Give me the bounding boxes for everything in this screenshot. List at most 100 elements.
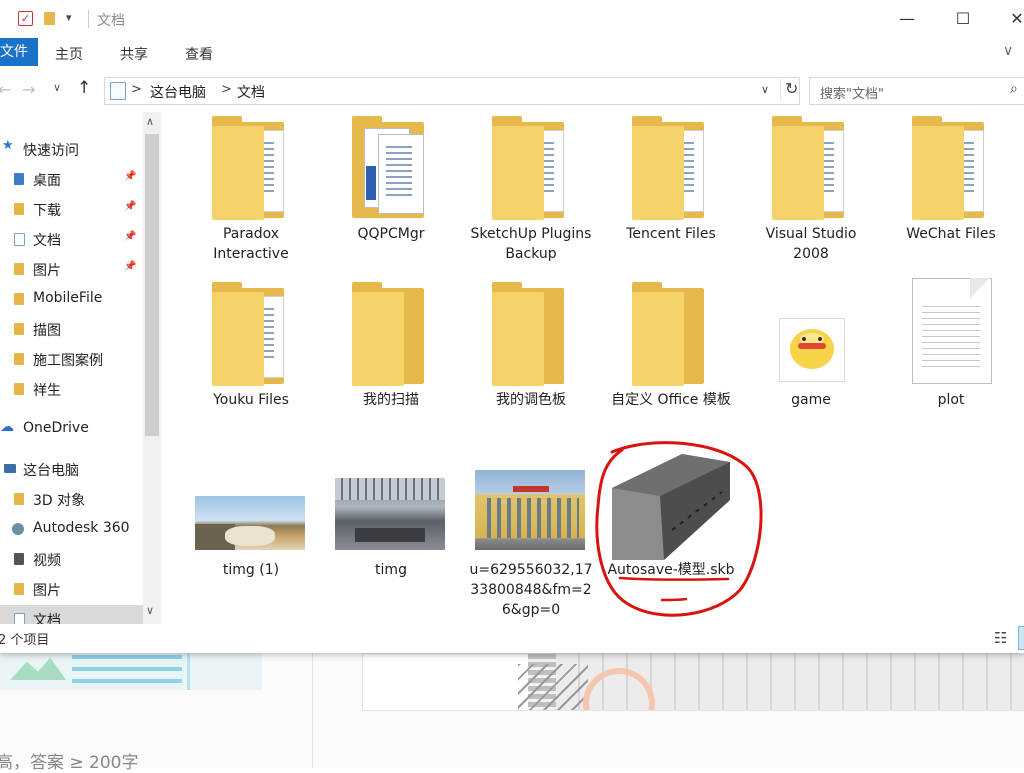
- file-name: 自定义 Office 模板: [611, 392, 731, 408]
- nav-item-pictures[interactable]: 图片 📌: [0, 255, 143, 283]
- nav-item-autodesk-360[interactable]: Autodesk 360: [0, 515, 143, 543]
- file-item-paradox[interactable]: Paradox Interactive: [186, 112, 316, 262]
- sketchup-screenshot: [362, 653, 1024, 711]
- nav-item-label: 3D 对象: [33, 493, 86, 509]
- tab-home[interactable]: 主页: [55, 44, 83, 64]
- star-icon: ★: [2, 138, 14, 153]
- folder-icon: [14, 323, 24, 335]
- ribbon-expand-icon[interactable]: ∨: [1003, 43, 1013, 59]
- nav-item-3d-objects[interactable]: 3D 对象: [0, 485, 143, 513]
- nav-scrollbar[interactable]: ∧ ∨: [143, 112, 161, 624]
- file-item-visual-studio-2008[interactable]: Visual Studio 2008: [746, 112, 876, 262]
- file-item-sketchup-plugins-backup[interactable]: SketchUp Plugins Backup: [466, 112, 596, 262]
- sketchup-stairs: [518, 664, 588, 710]
- file-item-wechat-files[interactable]: WeChat Files: [886, 112, 1016, 262]
- tab-view[interactable]: 查看: [185, 44, 213, 64]
- folder-icon: [768, 116, 854, 220]
- game-image-icon: [779, 318, 845, 382]
- nav-item-documents-pc[interactable]: 文档: [0, 605, 143, 624]
- forward-arrow-icon[interactable]: →: [22, 80, 35, 99]
- scroll-down-icon[interactable]: ∨: [146, 604, 154, 617]
- nav-item-construction-cases[interactable]: 施工图案例: [0, 345, 143, 373]
- file-item-youku-files[interactable]: Youku Files: [186, 280, 316, 430]
- recent-locations-icon[interactable]: ∨: [53, 81, 61, 94]
- nav-item-label: 施工图案例: [33, 353, 103, 369]
- mountain-image-icon: [10, 657, 66, 680]
- nav-item-xiangsheng[interactable]: 祥生: [0, 375, 143, 403]
- nav-item-mobilefile[interactable]: MobileFile: [0, 285, 143, 313]
- document-icon: [912, 278, 992, 384]
- file-name: Visual Studio 2008: [765, 226, 857, 262]
- new-folder-icon[interactable]: [44, 12, 55, 25]
- nav-item-downloads[interactable]: 下载 📌: [0, 195, 143, 223]
- minimize-button[interactable]: —: [884, 4, 930, 34]
- file-item-u-629556032[interactable]: u=629556032,1733800848&fm=26&gp=0: [466, 450, 596, 620]
- quick-access-dropdown-icon[interactable]: ▾: [66, 11, 72, 24]
- file-name: Autosave-模型.skb: [607, 562, 735, 578]
- breadcrumb-chevron-icon[interactable]: >: [221, 82, 232, 97]
- folder-with-docs-icon: [348, 116, 434, 220]
- tab-share[interactable]: 共享: [120, 44, 148, 64]
- nav-item-label: Autodesk 360: [33, 520, 130, 536]
- photo-thumbnail: [475, 470, 585, 550]
- refresh-icon[interactable]: ↻: [780, 79, 798, 101]
- back-arrow-icon[interactable]: ←: [0, 80, 11, 99]
- address-bar[interactable]: > 这台电脑 > 文档 ∨ ↻: [104, 77, 800, 105]
- nav-item-desktop[interactable]: 桌面 📌: [0, 165, 143, 193]
- folder-icon: [14, 293, 24, 305]
- properties-check-icon[interactable]: ✓: [18, 11, 33, 26]
- file-item-timg[interactable]: timg: [326, 450, 456, 620]
- tab-file[interactable]: 文件: [0, 38, 38, 66]
- breadcrumb-chevron-icon[interactable]: >: [131, 82, 142, 97]
- file-list: Paradox Interactive QQPCMgr SketchUp Plu…: [164, 110, 1024, 624]
- nav-item-label: 桌面: [33, 173, 61, 189]
- background-divider: [312, 653, 313, 768]
- breadcrumb-documents[interactable]: 文档: [237, 82, 265, 102]
- nav-item-pictures-pc[interactable]: 图片: [0, 575, 143, 603]
- file-item-timg-1[interactable]: timg (1): [186, 450, 316, 620]
- file-item-autosave-model-skb[interactable]: Autosave-模型.skb: [606, 450, 736, 620]
- pin-icon[interactable]: 📌: [124, 261, 136, 272]
- documents-folder-icon: [14, 233, 25, 246]
- autodesk-360-icon: [12, 523, 24, 535]
- sketchup-backup-thumbnail: [612, 452, 730, 560]
- scrollbar-thumb[interactable]: [145, 134, 159, 436]
- nav-item-label: 下载: [33, 203, 61, 219]
- search-icon[interactable]: ⌕: [1010, 81, 1018, 97]
- file-item-tencent-files[interactable]: Tencent Files: [606, 112, 736, 262]
- pin-icon[interactable]: 📌: [124, 231, 136, 242]
- file-item-qqpcmgr[interactable]: QQPCMgr: [326, 112, 456, 262]
- search-input[interactable]: 搜索"文档" ⌕: [809, 77, 1024, 105]
- file-item-plot[interactable]: plot: [886, 278, 1016, 430]
- breadcrumb-this-pc[interactable]: 这台电脑: [150, 82, 206, 102]
- nav-item-onedrive[interactable]: ☁ OneDrive: [0, 415, 143, 443]
- pin-icon[interactable]: 📌: [124, 201, 136, 212]
- maximize-button[interactable]: ☐: [940, 4, 986, 34]
- file-item-game[interactable]: game: [746, 280, 876, 430]
- pictures-folder-icon: [14, 263, 24, 275]
- large-icons-view-icon[interactable]: [1018, 626, 1024, 650]
- nav-item-quick-access[interactable]: ★ 快速访问: [0, 135, 143, 163]
- file-item-custom-office-templates[interactable]: 自定义 Office 模板: [606, 280, 736, 430]
- details-view-icon[interactable]: ☷: [994, 629, 1007, 647]
- title-bar: ✓ ▾ 文档 — ☐ ✕: [0, 0, 1024, 38]
- cloud-icon: ☁: [0, 419, 14, 435]
- close-button[interactable]: ✕: [994, 4, 1024, 34]
- status-bar: 2 个项目 ☷: [0, 624, 1024, 653]
- file-item-my-palettes[interactable]: 我的调色板: [466, 280, 596, 430]
- nav-item-this-pc[interactable]: 这台电脑: [0, 455, 143, 483]
- item-count: 2 个项目: [0, 633, 50, 648]
- address-dropdown-icon[interactable]: ∨: [761, 83, 769, 96]
- nav-item-label: MobileFile: [33, 290, 103, 306]
- pictures-folder-icon: [14, 583, 24, 595]
- scroll-up-icon[interactable]: ∧: [146, 115, 154, 128]
- up-arrow-icon[interactable]: ↑: [77, 78, 91, 98]
- file-name: Paradox Interactive: [213, 226, 289, 262]
- documents-folder-icon: [14, 613, 25, 624]
- pin-icon[interactable]: 📌: [124, 171, 136, 182]
- file-item-my-scans[interactable]: 我的扫描: [326, 280, 456, 430]
- file-explorer-window: ✓ ▾ 文档 — ☐ ✕ 文件 主页 共享 查看 ∨ ← → ∨ ↑ > 这台电…: [0, 0, 1024, 653]
- nav-item-tracing[interactable]: 描图: [0, 315, 143, 343]
- nav-item-videos[interactable]: 视频: [0, 545, 143, 573]
- nav-item-documents[interactable]: 文档 📌: [0, 225, 143, 253]
